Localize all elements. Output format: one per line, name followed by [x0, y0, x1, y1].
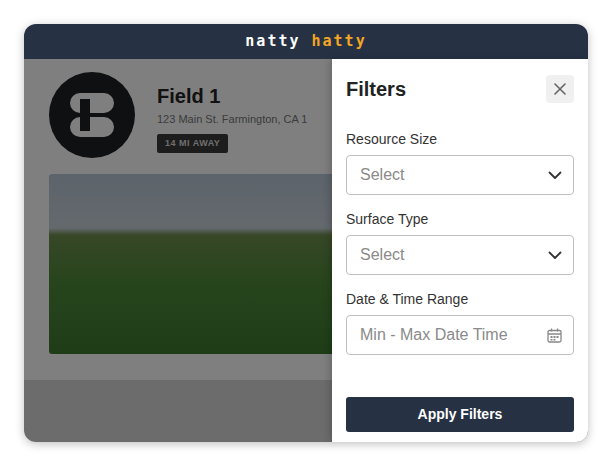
filter-label: Date & Time Range: [346, 289, 574, 310]
app-window: natty hatty Field 1123 Main St. Farmingto…: [24, 24, 588, 442]
logo: natty hatty: [245, 30, 366, 53]
date-range-input[interactable]: [346, 315, 574, 355]
calendar-icon: [547, 328, 562, 343]
logo-second: hatty: [312, 32, 367, 50]
filter-group: Surface Type: [346, 209, 574, 275]
top-bar: natty hatty: [24, 24, 588, 59]
logo-first: natty: [245, 32, 300, 50]
apply-filters-button[interactable]: Apply Filters: [346, 397, 574, 432]
close-button[interactable]: [546, 75, 574, 103]
filter-group: Date & Time Range: [346, 289, 574, 355]
close-icon: [554, 83, 566, 95]
panel-title: Filters: [346, 77, 406, 101]
select-input[interactable]: [346, 155, 574, 195]
select-input[interactable]: [346, 235, 574, 275]
filter-group: Resource Size: [346, 129, 574, 195]
filter-label: Resource Size: [346, 129, 574, 150]
chevron-down-icon: [548, 251, 562, 260]
filter-label: Surface Type: [346, 209, 574, 230]
panel-header: Filters: [346, 75, 574, 103]
filters-panel: Filters Resource Size Surface Type Date & T…: [332, 59, 588, 442]
chevron-down-icon: [548, 171, 562, 180]
content-area: Field 1123 Main St. Farmington, CA 114 M…: [24, 59, 588, 442]
